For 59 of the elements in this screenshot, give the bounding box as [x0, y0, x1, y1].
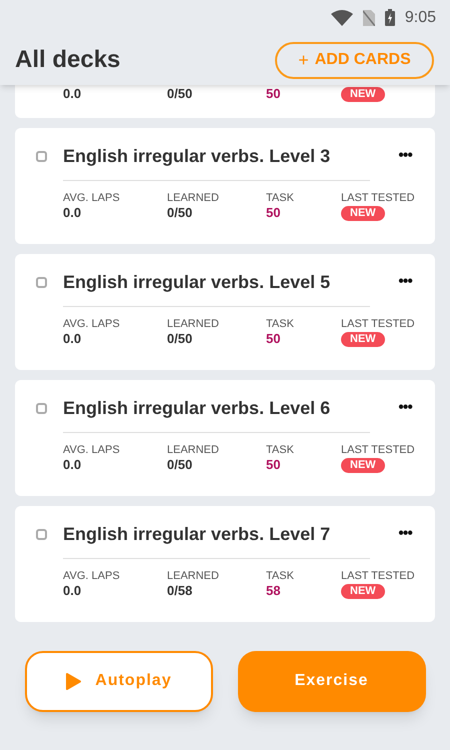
- task-value: 50: [266, 86, 280, 101]
- deck-title: English irregular verbs. Level 5: [63, 270, 330, 294]
- stat-label: TASK: [266, 444, 294, 456]
- deck-checkbox[interactable]: [36, 402, 47, 414]
- stat-label: TASK: [266, 318, 294, 330]
- stat-value: 0.0: [63, 205, 82, 220]
- deck-checkbox[interactable]: [36, 276, 47, 288]
- stat-label: LEARNED: [167, 192, 219, 204]
- stat-value: 0.0: [63, 86, 82, 101]
- deck-card[interactable]: English irregular verbs. Level 7 ••• AVG. LAPS LEARNED TASK LAST TESTED 0.0 0/58 58 NEW: [15, 506, 435, 622]
- stat-value: 0/50: [167, 86, 192, 101]
- stat-label: TASK: [266, 192, 294, 204]
- new-badge: NEW: [341, 458, 385, 472]
- new-badge: NEW: [341, 206, 385, 220]
- no-sim-icon: [362, 10, 375, 26]
- stat-label: AVG. LAPS: [63, 570, 120, 582]
- deck-card[interactable]: English irregular verbs. Level 6 ••• AVG. LAPS LEARNED TASK LAST TESTED 0.0 0/50 50 NEW: [15, 380, 435, 496]
- task-value: 50: [266, 457, 280, 472]
- deck-checkbox[interactable]: [36, 528, 47, 540]
- stat-label: LAST TESTED: [341, 570, 415, 582]
- stat-label: LAST TESTED: [341, 318, 415, 330]
- stat-value: 0/50: [167, 205, 192, 220]
- task-value: 58: [266, 583, 280, 598]
- stat-value: 0.0: [63, 331, 82, 346]
- stat-label: LAST TESTED: [341, 192, 415, 204]
- stat-value: 0.0: [63, 457, 82, 472]
- deck-title: English irregular verbs. Level 6: [63, 396, 330, 420]
- page-title: All decks: [15, 45, 120, 75]
- new-badge: NEW: [341, 332, 385, 346]
- new-badge: NEW: [341, 584, 385, 598]
- battery-charging-icon: [384, 9, 395, 26]
- stat-label: LEARNED: [167, 570, 219, 582]
- new-badge: NEW: [341, 86, 385, 102]
- more-menu-button[interactable]: •••: [398, 144, 412, 168]
- more-menu-button[interactable]: •••: [398, 270, 412, 294]
- stat-label: AVG. LAPS: [63, 318, 120, 330]
- deck-checkbox[interactable]: [36, 150, 47, 162]
- stat-label: AVG. LAPS: [63, 192, 120, 204]
- wifi-icon: [330, 10, 353, 26]
- deck-card[interactable]: 0.0 0/50 50 NEW: [15, 85, 435, 118]
- status-time: 9:05: [404, 8, 436, 28]
- stat-label: LEARNED: [167, 318, 219, 330]
- stat-value: 0/50: [167, 457, 192, 472]
- stat-label: TASK: [266, 570, 294, 582]
- task-value: 50: [266, 205, 280, 220]
- deck-card[interactable]: English irregular verbs. Level 3 ••• AVG. LAPS LEARNED TASK LAST TESTED 0.0 0/50 50 NEW: [15, 128, 435, 244]
- stat-value: 0/58: [167, 583, 192, 598]
- stat-label: AVG. LAPS: [63, 444, 120, 456]
- more-menu-button[interactable]: •••: [398, 396, 412, 420]
- stat-label: LAST TESTED: [341, 444, 415, 456]
- deck-title: English irregular verbs. Level 7: [63, 522, 330, 546]
- stat-label: LEARNED: [167, 444, 219, 456]
- stat-value: 0/50: [167, 331, 192, 346]
- deck-card[interactable]: English irregular verbs. Level 5 ••• AVG. LAPS LEARNED TASK LAST TESTED 0.0 0/50 50 NEW: [15, 254, 435, 370]
- task-value: 50: [266, 331, 280, 346]
- deck-title: English irregular verbs. Level 3: [63, 144, 330, 168]
- stat-value: 0.0: [63, 583, 82, 598]
- play-icon: [65, 672, 82, 690]
- more-menu-button[interactable]: •••: [398, 522, 412, 546]
